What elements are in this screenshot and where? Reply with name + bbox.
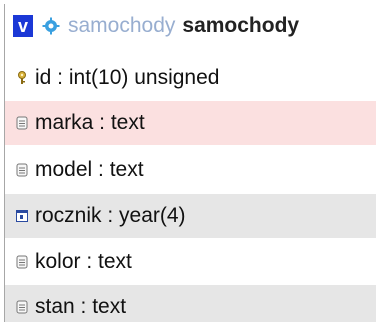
table-header: v samochody samochody	[5, 4, 376, 48]
column-label: id : int(10) unsigned	[35, 66, 220, 89]
date-column-icon	[16, 210, 28, 222]
toggle-visibility-button[interactable]: v	[13, 15, 33, 37]
primary-key-icon	[18, 71, 26, 84]
database-name[interactable]: samochody	[68, 14, 175, 38]
text-column-icon	[16, 255, 28, 269]
column-label: model : text	[35, 158, 144, 181]
table-name[interactable]: samochody	[182, 14, 299, 38]
column-label: stan : text	[35, 295, 127, 318]
text-column-icon	[16, 163, 28, 177]
column-label: marka : text	[35, 111, 145, 134]
column-label: kolor : text	[35, 250, 132, 273]
table-box: v samochody samochody id : int(10) unsig…	[4, 4, 376, 322]
text-column-icon	[16, 300, 28, 314]
column-row-rocznik[interactable]: rocznik : year(4)	[5, 194, 376, 238]
column-label: rocznik : year(4)	[35, 204, 186, 227]
column-row-marka[interactable]: marka : text	[5, 101, 376, 145]
column-row-id[interactable]: id : int(10) unsigned	[5, 56, 376, 100]
column-row-kolor[interactable]: kolor : text	[5, 240, 376, 284]
settings-icon[interactable]	[42, 17, 60, 35]
column-row-stan[interactable]: stan : text	[5, 285, 376, 322]
text-column-icon	[16, 116, 28, 130]
column-row-model[interactable]: model : text	[5, 148, 376, 192]
